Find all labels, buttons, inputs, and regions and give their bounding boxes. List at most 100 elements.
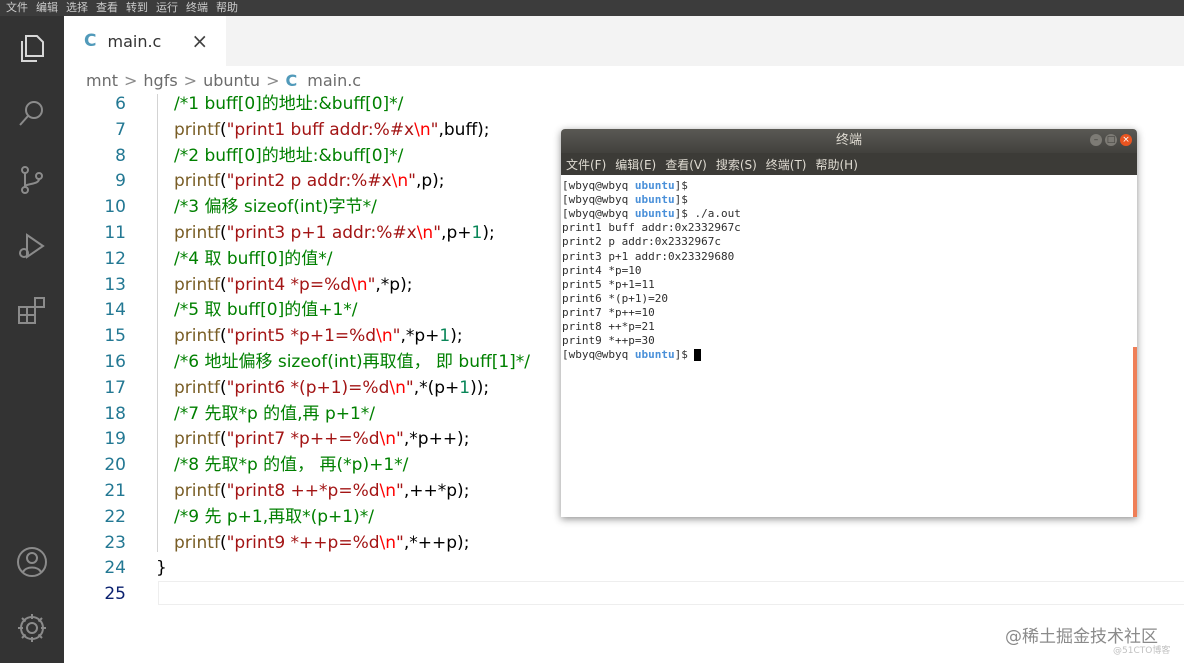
extensions-icon[interactable] [14,292,50,328]
menu-item[interactable]: 终端 [186,0,208,16]
code-token: ,*p); [375,274,413,295]
line-number: 13 [104,274,126,295]
prompt-end: ]$ [674,348,688,362]
menu-item[interactable]: 编辑 [36,0,58,16]
code-token: \n [414,119,431,140]
code-token: " [396,429,404,450]
code-token: ( [219,274,227,295]
menu-item[interactable]: 转到 [126,0,148,16]
code-token: "print6 *(p+1)=%d [226,377,390,398]
terminal-line: print6 *(p+1)=20 [562,292,668,306]
tab-main-c[interactable]: C main.c × [64,16,226,66]
code-token: /*9 先 p+1,再取*(p+1)*/ [174,506,374,527]
menu-item[interactable]: 运行 [156,0,178,16]
code-token: /*3 偏移 sizeof(int)字节*/ [174,197,377,218]
terminal-menu-item[interactable]: 帮助(H) [816,156,858,173]
terminal-output-text: print8 ++*p=21 [562,320,655,333]
terminal-line: print2 p addr:0x2332967c [562,235,721,249]
menu-item[interactable]: 查看 [96,0,118,16]
menubar: 文件 编辑 选择 查看 转到 运行 终端 帮助 [0,0,1184,16]
line-number: 7 [115,119,126,140]
code-token: " [408,171,416,192]
activity-bar [0,16,64,663]
code-token: /*6 地址偏移 sizeof(int)再取值， 即 buff[1]*/ [174,352,531,372]
code-token: /*4 取 buff[0]的值*/ [174,248,333,269]
code-text: printf("print2 p addr:%#x\n",p); [174,168,445,194]
code-token: ( [219,481,227,501]
code-token: " [433,223,442,243]
c-file-icon: C [84,31,97,51]
code-text: /*2 buff[0]的地址:&buff[0]*/ [174,143,403,169]
code-token: 1 [471,223,483,243]
chevron-right-icon: > [124,70,138,90]
terminal-line: print9 *++p=30 [562,334,655,348]
terminal-output-text: print2 p addr:0x2332967c [562,235,721,249]
terminal-line: print7 *p++=10 [562,306,655,320]
code-line[interactable]: 24} [64,555,1184,581]
code-token: "print9 *++p=%d [226,532,380,553]
code-token: ,*p+ [400,326,440,347]
code-token: "print8 ++*p=%d [226,481,380,501]
code-token: ,*++p); [403,532,470,553]
code-text: /*5 取 buff[0]的值+1*/ [174,297,358,323]
code-token: \n [391,171,409,192]
prompt-command: ./a.out [687,207,741,221]
code-line[interactable]: 23 printf("print9 *++p=%d\n",*++p); [64,530,1184,556]
terminal-menu-item[interactable]: 查看(V) [665,156,707,173]
terminal-menu-item[interactable]: 搜索(S) [716,156,757,173]
code-text: printf("print5 *p+1=%d\n",*p+1); [174,323,463,349]
menu-item[interactable]: 帮助 [216,0,238,16]
breadcrumb-item[interactable]: ubuntu [203,71,260,90]
terminal-menu-item[interactable]: 终端(T) [766,156,807,173]
code-token: \n [379,532,397,553]
code-text: /*6 地址偏移 sizeof(int)再取值， 即 buff[1]*/ [174,349,530,375]
breadcrumb-item[interactable]: hgfs [143,71,177,90]
terminal-line: print8 ++*p=21 [562,320,655,334]
menu-item[interactable]: 文件 [6,0,28,16]
code-token: /*7 先取*p 的值,再 p+1*/ [174,403,376,424]
run-debug-icon[interactable] [14,228,50,264]
code-token: } [156,558,167,579]
terminal-menu-item[interactable]: 文件(F) [566,156,606,173]
minimize-button[interactable]: – [1090,134,1102,146]
code-token: " [405,377,414,398]
code-token: \n [416,223,434,243]
code-token: /*8 先取*p 的值， 再(*p)+1*/ [174,455,409,476]
terminal-output-text: print7 *p++=10 [562,305,655,319]
account-icon[interactable] [14,544,50,580]
files-icon[interactable] [14,30,50,66]
close-icon[interactable]: × [191,29,208,53]
chevron-right-icon: > [183,70,198,90]
gear-icon[interactable] [14,610,50,646]
code-token: ( [219,326,227,347]
terminal-window[interactable]: 终端 – □ × 文件(F) 编辑(E) 查看(V) 搜索(S) 终端(T) 帮助(H) … [561,129,1137,517]
menu-item[interactable]: 选择 [66,0,88,16]
code-token: ( [219,223,227,243]
terminal-output-text: print9 *++p=30 [562,334,655,348]
prompt-end: ]$ [674,179,688,192]
breadcrumb-file[interactable]: main.c [307,71,361,90]
code-line[interactable]: 6 /*1 buff[0]的地址:&buff[0]*/ [64,94,1184,117]
code-token: /*5 取 buff[0]的值+1*/ [174,300,358,321]
code-token: ,*(p+ [413,377,460,398]
code-token: printf [174,481,220,501]
source-control-icon[interactable] [14,162,50,198]
prompt-dir: ubuntu [634,193,675,207]
terminal-titlebar[interactable]: 终端 – □ × [561,129,1137,153]
code-token: ( [219,429,227,450]
prompt-command [688,348,695,361]
close-button[interactable]: × [1120,134,1132,146]
terminal-output[interactable]: [wbyq@wbyq ubuntu]$ [wbyq@wbyq ubuntu]$ [w… [561,175,1137,517]
terminal-output-text: print6 *(p+1)=20 [562,291,668,305]
breadcrumb-item[interactable]: mnt [86,71,118,90]
terminal-scrollbar[interactable] [1133,347,1137,517]
line-number: 9 [115,171,126,192]
terminal-line: [wbyq@wbyq ubuntu]$ ./a.out [562,207,741,221]
chevron-right-icon: > [266,70,280,90]
terminal-menu-item[interactable]: 编辑(E) [615,156,656,173]
code-line[interactable]: 25 [64,581,1184,607]
terminal-output-text: print5 *p+1=11 [562,277,655,291]
terminal-output-text: print1 buff addr:0x2332967c [562,221,741,235]
search-icon[interactable] [14,96,50,132]
maximize-button[interactable]: □ [1105,134,1117,146]
